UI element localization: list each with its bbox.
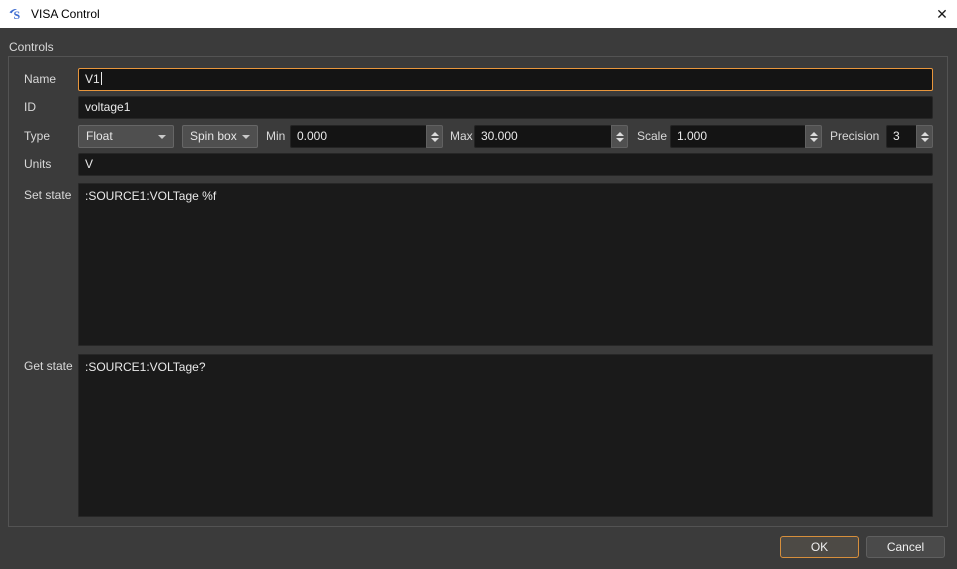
- app-logo-icon: S: [8, 6, 24, 22]
- spin-down-icon[interactable]: [921, 138, 929, 142]
- name-input[interactable]: V1: [78, 68, 933, 91]
- scale-spinbox-value[interactable]: 1.000: [670, 125, 805, 148]
- spin-up-icon[interactable]: [431, 132, 439, 136]
- precision-spin-buttons[interactable]: [916, 125, 933, 148]
- window-title: VISA Control: [31, 7, 100, 21]
- title-bar: S VISA Control ✕: [0, 0, 957, 28]
- type-dropdown[interactable]: Float: [78, 125, 174, 148]
- visa-control-dialog: S VISA Control ✕ Controls Name V1 ID vol…: [0, 0, 957, 569]
- spin-up-icon[interactable]: [810, 132, 818, 136]
- get-state-textarea[interactable]: :SOURCE1:VOLTage?: [78, 354, 933, 517]
- spin-up-icon[interactable]: [616, 132, 624, 136]
- spin-down-icon[interactable]: [431, 138, 439, 142]
- scale-label: Scale: [637, 125, 667, 148]
- min-spinbox[interactable]: 0.000: [290, 125, 443, 148]
- min-spinbox-value[interactable]: 0.000: [290, 125, 426, 148]
- id-label: ID: [24, 96, 36, 119]
- units-input[interactable]: V: [78, 153, 933, 176]
- widget-dropdown-value: Spin box: [190, 126, 237, 147]
- close-icon[interactable]: ✕: [927, 0, 957, 28]
- precision-spinbox-value[interactable]: 3: [886, 125, 916, 148]
- precision-label: Precision: [830, 125, 879, 148]
- cancel-button[interactable]: Cancel: [866, 536, 945, 558]
- id-input[interactable]: voltage1: [78, 96, 933, 119]
- max-spinbox-value[interactable]: 30.000: [474, 125, 611, 148]
- svg-text:S: S: [14, 8, 21, 22]
- scale-spinbox[interactable]: 1.000: [670, 125, 822, 148]
- widget-dropdown[interactable]: Spin box: [182, 125, 258, 148]
- text-caret: [101, 72, 102, 85]
- spin-down-icon[interactable]: [616, 138, 624, 142]
- max-spinbox[interactable]: 30.000: [474, 125, 628, 148]
- ok-button[interactable]: OK: [780, 536, 859, 558]
- units-label: Units: [24, 153, 51, 176]
- type-label: Type: [24, 125, 50, 148]
- max-label: Max: [450, 125, 473, 148]
- precision-spinbox[interactable]: 3: [886, 125, 933, 148]
- scale-spin-buttons[interactable]: [805, 125, 822, 148]
- type-dropdown-value: Float: [86, 126, 113, 147]
- min-spin-buttons[interactable]: [426, 125, 443, 148]
- name-input-value: V1: [85, 72, 100, 86]
- get-state-label: Get state: [24, 355, 73, 378]
- groupbox-title: Controls: [9, 40, 54, 54]
- chevron-down-icon: [158, 135, 166, 139]
- spin-down-icon[interactable]: [810, 138, 818, 142]
- set-state-label: Set state: [24, 184, 71, 207]
- max-spin-buttons[interactable]: [611, 125, 628, 148]
- min-label: Min: [266, 125, 285, 148]
- chevron-down-icon: [242, 135, 250, 139]
- set-state-textarea[interactable]: :SOURCE1:VOLTage %f: [78, 183, 933, 346]
- name-label: Name: [24, 68, 56, 91]
- spin-up-icon[interactable]: [921, 132, 929, 136]
